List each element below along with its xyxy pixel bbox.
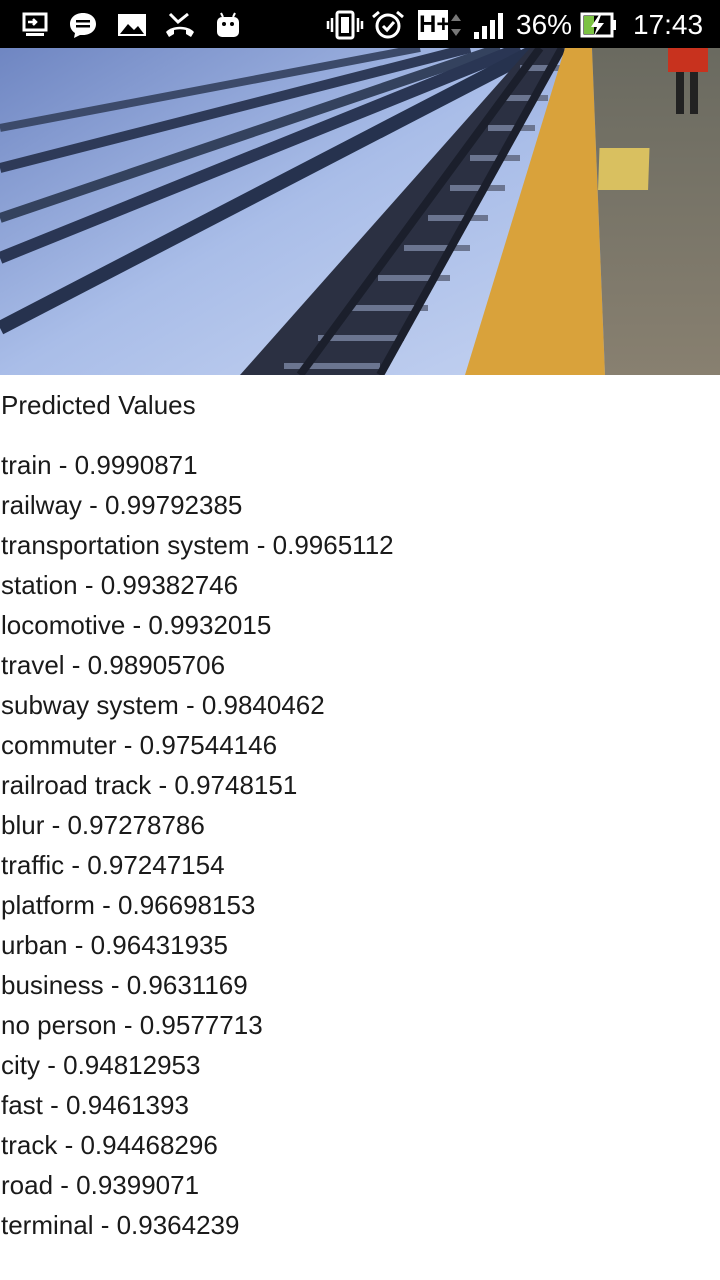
prediction-item: transportation system - 0.9965112 — [1, 530, 394, 560]
prediction-item: road - 0.9399071 — [1, 1170, 200, 1200]
vibrate-icon — [326, 10, 364, 40]
prediction-item: urban - 0.96431935 — [1, 930, 228, 960]
network-type-label: H+ — [419, 11, 451, 38]
prediction-item: locomotive - 0.9932015 — [1, 610, 272, 640]
prediction-item: business - 0.9631169 — [1, 970, 248, 1000]
prediction-item: platform - 0.96698153 — [1, 890, 256, 920]
network-h-plus-icon: H+ — [418, 10, 451, 40]
prediction-item: subway system - 0.9840462 — [1, 690, 325, 720]
gallery-icon — [118, 14, 146, 36]
prediction-item: traffic - 0.97247154 — [1, 850, 225, 880]
predictions-list: train - 0.9990871 railway - 0.99792385 t… — [1, 449, 394, 1249]
data-arrows-icon — [451, 14, 461, 36]
message-icon — [70, 13, 96, 38]
battery-charging-icon — [580, 12, 616, 38]
predicted-values-heading: Predicted Values — [1, 390, 196, 420]
alarm-icon — [372, 10, 404, 39]
missed-call-icon — [166, 12, 194, 37]
prediction-item: railway - 0.99792385 — [1, 490, 243, 520]
status-bar: H+ 36% 17:43 — [0, 0, 720, 48]
clock: 17:43 — [633, 9, 704, 40]
prediction-item: no person - 0.9577713 — [1, 1010, 263, 1040]
prediction-item: station - 0.99382746 — [1, 570, 239, 600]
prediction-item: railroad track - 0.9748151 — [1, 770, 298, 800]
screen-cast-icon — [22, 12, 48, 36]
prediction-item: travel - 0.98905706 — [1, 650, 226, 680]
prediction-item: commuter - 0.97544146 — [1, 730, 278, 760]
signal-icon — [474, 13, 503, 39]
prediction-item: terminal - 0.9364239 — [1, 1210, 240, 1240]
android-icon — [217, 12, 239, 37]
prediction-item: track - 0.94468296 — [1, 1130, 218, 1160]
railway-photo — [0, 48, 720, 375]
prediction-item: fast - 0.9461393 — [1, 1090, 189, 1120]
prediction-item: train - 0.9990871 — [1, 450, 198, 480]
battery-percent: 36% — [516, 9, 573, 40]
prediction-item: blur - 0.97278786 — [1, 810, 205, 840]
prediction-item: city - 0.94812953 — [1, 1050, 201, 1080]
